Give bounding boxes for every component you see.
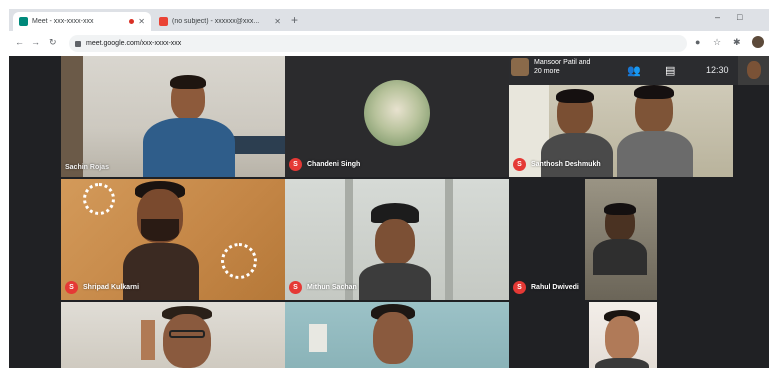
minimize-button[interactable]: – bbox=[715, 12, 720, 22]
gmail-favicon-icon bbox=[159, 17, 168, 26]
meet-top-bar: Mansoor Patil and 20 more 👥 ▤ 12:30 bbox=[509, 56, 738, 85]
url-text: meet.google.com/xxx-xxxx-xxx bbox=[86, 40, 182, 47]
profile-avatar[interactable] bbox=[752, 36, 764, 48]
participant-tile[interactable] bbox=[285, 302, 509, 368]
reload-icon[interactable]: ↻ bbox=[49, 37, 57, 48]
back-arrow-icon[interactable]: ← bbox=[15, 37, 24, 47]
recording-dot-icon bbox=[129, 19, 135, 24]
wall-flower-pattern bbox=[83, 183, 115, 215]
browser-toolbar: ← → ↻ meet.google.com/xxx-xxxx-xxx ● ☆ ✱ bbox=[9, 31, 769, 56]
address-bar[interactable]: meet.google.com/xxx-xxxx-xxx bbox=[69, 35, 687, 52]
participant-name: Shripad Kulkarni bbox=[83, 284, 140, 291]
participant-tile[interactable] bbox=[509, 302, 733, 368]
participant-tile[interactable]: S Mithun Sachan bbox=[285, 179, 509, 300]
tab-title: Meet - xxx-xxxx-xxx bbox=[32, 18, 94, 25]
self-view-thumbnail[interactable] bbox=[738, 56, 769, 85]
participant-avatar bbox=[364, 80, 430, 146]
others-label: Mansoor Patil and 20 more bbox=[534, 59, 591, 75]
wall-flower-pattern bbox=[221, 243, 257, 279]
participant-tile[interactable] bbox=[61, 302, 285, 368]
avatar-initial: S bbox=[513, 158, 526, 171]
participant-name: Chandeni Singh bbox=[307, 161, 361, 168]
meeting-clock: 12:30 bbox=[706, 65, 729, 75]
maximize-button[interactable]: □ bbox=[737, 12, 742, 22]
participant-tile[interactable]: S Santhosh Deshmukh bbox=[509, 85, 733, 177]
tab-mail[interactable]: (no subject) - xxxxxx@xxx... ✕ bbox=[153, 12, 287, 31]
close-tab-icon[interactable]: ✕ bbox=[138, 17, 145, 26]
participant-tile[interactable]: S Shripad Kulkarni bbox=[61, 179, 285, 300]
participant-name-tag: S Mithun Sachan bbox=[289, 281, 357, 294]
participant-name: Sachin Rojas bbox=[65, 164, 109, 171]
participant-name: Rahul Dwivedi bbox=[531, 284, 579, 291]
participant-name: Mithun Sachan bbox=[307, 284, 357, 291]
lock-icon bbox=[75, 40, 81, 47]
people-icon[interactable]: 👥 bbox=[627, 64, 641, 77]
avatar-initial: S bbox=[65, 281, 78, 294]
extensions-icon[interactable]: ✱ bbox=[733, 37, 741, 48]
tab-meet[interactable]: Meet - xxx-xxxx-xxx ✕ bbox=[13, 12, 151, 31]
forward-arrow-icon[interactable]: → bbox=[31, 37, 40, 47]
participant-name-tag: S Rahul Dwivedi bbox=[513, 281, 579, 294]
meet-call-area: Sachin Rojas S Chandeni Singh S Santhosh… bbox=[9, 56, 769, 368]
star-icon[interactable]: ☆ bbox=[713, 37, 721, 48]
tab-title: (no subject) - xxxxxx@xxx... bbox=[172, 18, 260, 25]
avatar-initial: S bbox=[289, 158, 302, 171]
others-indicator[interactable]: Mansoor Patil and 20 more bbox=[511, 58, 600, 76]
participant-tile[interactable]: S Rahul Dwivedi bbox=[509, 179, 733, 300]
participant-name-tag: Sachin Rojas bbox=[65, 164, 109, 171]
tab-strip: Meet - xxx-xxxx-xxx ✕ (no subject) - xxx… bbox=[9, 9, 769, 31]
chat-icon[interactable]: ▤ bbox=[665, 64, 675, 77]
others-avatar bbox=[511, 58, 529, 76]
participant-name-tag: S Chandeni Singh bbox=[289, 158, 360, 171]
participant-name: Santhosh Deshmukh bbox=[531, 161, 601, 168]
camera-indicator-icon[interactable]: ● bbox=[695, 37, 700, 47]
new-tab-button[interactable]: + bbox=[291, 13, 298, 27]
meet-favicon-icon bbox=[19, 17, 28, 26]
close-tab-icon[interactable]: ✕ bbox=[274, 17, 281, 26]
participant-tile[interactable]: S Chandeni Singh bbox=[285, 56, 509, 177]
browser-chrome: Meet - xxx-xxxx-xxx ✕ (no subject) - xxx… bbox=[9, 9, 769, 56]
avatar-initial: S bbox=[513, 281, 526, 294]
participant-tile[interactable]: Sachin Rojas bbox=[61, 56, 285, 177]
participant-name-tag: S Shripad Kulkarni bbox=[65, 281, 139, 294]
participant-name-tag: S Santhosh Deshmukh bbox=[513, 158, 601, 171]
avatar-initial: S bbox=[289, 281, 302, 294]
